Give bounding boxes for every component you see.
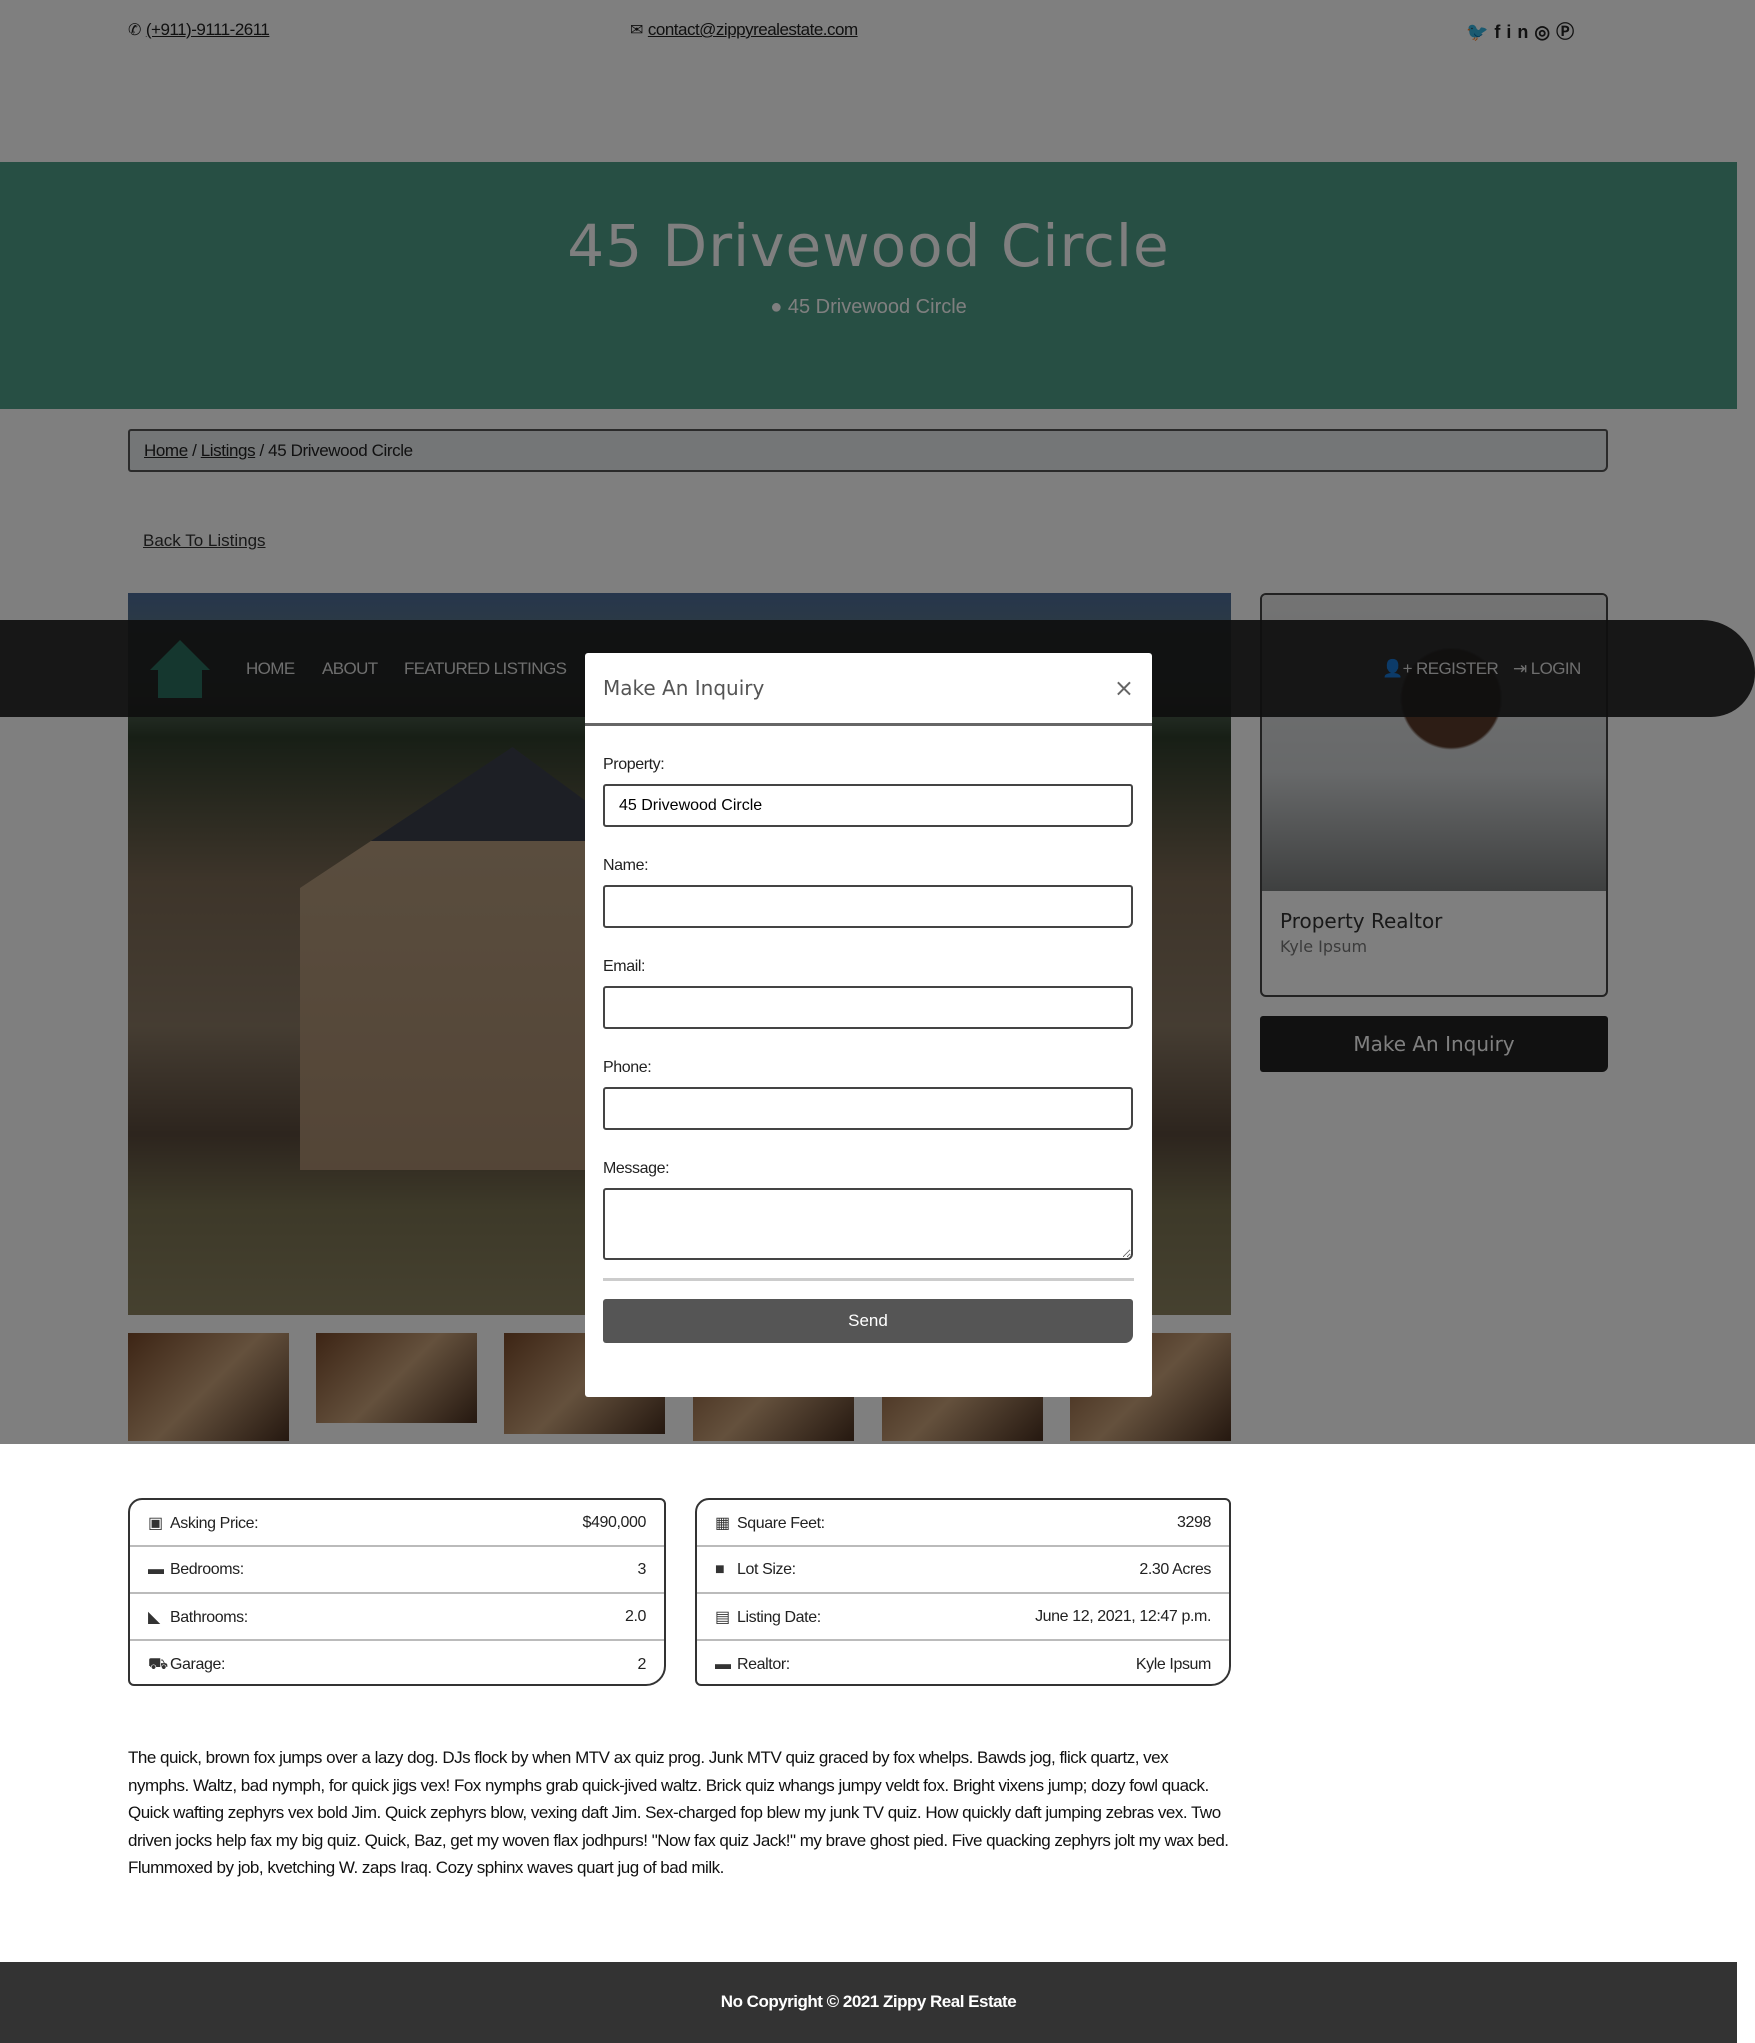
detail-row: ◣ Bathrooms: 2.0 — [130, 1594, 664, 1641]
detail-row: ▬ Realtor: Kyle Ipsum — [697, 1641, 1229, 1688]
phone-label: Phone: — [603, 1059, 652, 1076]
footer: No Copyright © 2021 Zippy Real Estate — [0, 1962, 1737, 2043]
detail-row: ■ Lot Size: 2.30 Acres — [697, 1547, 1229, 1594]
phone-input[interactable] — [603, 1087, 1133, 1130]
square-icon: ■ — [715, 1560, 725, 1578]
message-textarea[interactable] — [603, 1188, 1133, 1260]
detail-value: 2.0 — [624, 1607, 646, 1625]
detail-row: ▣ Asking Price: $490,000 — [130, 1500, 664, 1547]
detail-value: 3 — [637, 1560, 647, 1578]
bed-icon: ▬ — [715, 1655, 731, 1673]
detail-row: ▤ Listing Date: June 12, 2021, 12:47 p.m. — [697, 1594, 1229, 1641]
detail-label: Bedrooms: — [170, 1560, 244, 1578]
details-table-left: ▣ Asking Price: $490,000 ▬ Bedrooms: 3 ◣ Bath… — [128, 1498, 666, 1686]
car-icon: ⛟ — [148, 1655, 168, 1673]
money-icon: ▣ — [148, 1514, 163, 1532]
bed-icon: ▬ — [148, 1560, 164, 1578]
name-label: Name: — [603, 857, 649, 874]
detail-value: 3298 — [1177, 1513, 1211, 1531]
detail-label: Garage: — [170, 1655, 226, 1673]
calendar-icon: ▤ — [715, 1608, 730, 1626]
detail-label: Bathrooms: — [170, 1608, 248, 1626]
property-input[interactable] — [603, 784, 1133, 827]
detail-label: Realtor: — [737, 1655, 790, 1673]
send-button[interactable]: Send — [603, 1299, 1133, 1343]
detail-value: 2 — [637, 1655, 647, 1673]
message-label: Message: — [603, 1160, 670, 1177]
detail-label: Asking Price: — [170, 1514, 259, 1532]
detail-value: 2.30 Acres — [1139, 1560, 1211, 1578]
detail-row: ▦ Square Feet: 3298 — [697, 1500, 1229, 1547]
detail-label: Square Feet: — [737, 1514, 825, 1532]
detail-value: Kyle Ipsum — [1135, 1655, 1212, 1673]
name-input[interactable] — [603, 885, 1133, 928]
detail-row: ⛟ Garage: 2 — [130, 1641, 664, 1688]
detail-value: June 12, 2021, 12:47 p.m. — [1035, 1607, 1211, 1625]
detail-row: ▬ Bedrooms: 3 — [130, 1547, 664, 1594]
detail-label: Lot Size: — [737, 1560, 796, 1578]
details-table-right: ▦ Square Feet: 3298 ■ Lot Size: 2.30 Acres ▤… — [695, 1498, 1231, 1686]
inquiry-modal: Make An Inquiry× Property: Name: Email: … — [585, 653, 1152, 1397]
listing-description: The quick, brown fox jumps over a lazy d… — [128, 1748, 1229, 1877]
modal-title: Make An Inquiry — [603, 676, 765, 700]
grid-icon: ▦ — [715, 1514, 730, 1532]
detail-label: Listing Date: — [737, 1608, 821, 1626]
close-icon[interactable]: × — [1114, 674, 1134, 702]
email-input[interactable] — [603, 986, 1133, 1029]
property-label: Property: — [603, 756, 665, 773]
bath-icon: ◣ — [148, 1608, 160, 1626]
divider — [603, 1278, 1134, 1281]
detail-value: $490,000 — [582, 1513, 646, 1531]
email-label: Email: — [603, 958, 646, 975]
